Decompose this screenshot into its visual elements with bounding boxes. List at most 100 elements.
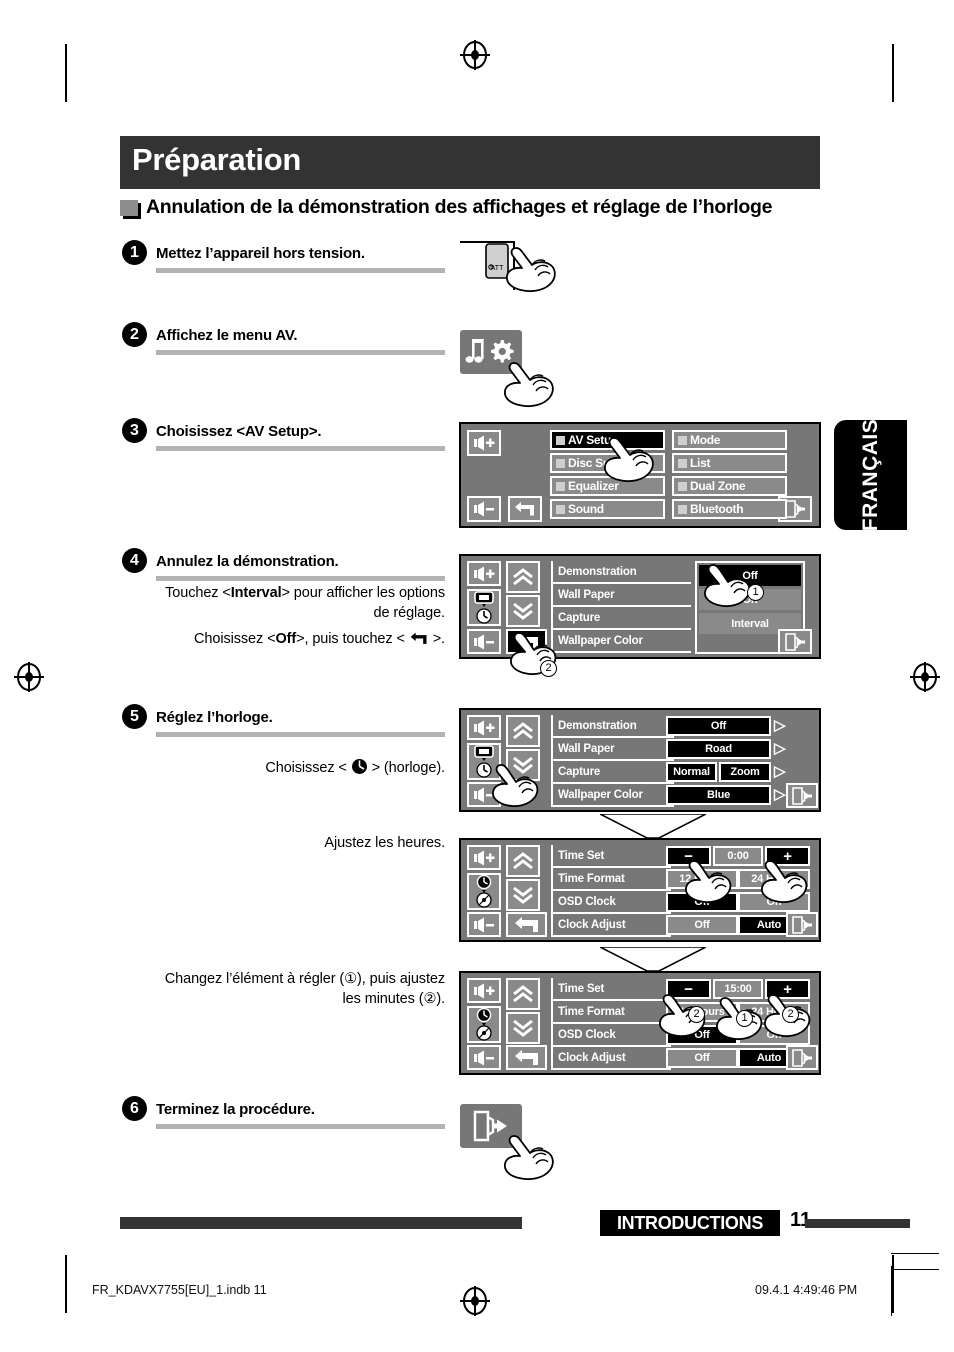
clock-icon <box>476 1008 492 1026</box>
step-title-4: Annulez la démonstration. <box>156 553 339 570</box>
scroll-up-button[interactable] <box>506 845 540 877</box>
note-prefix: Touchez < <box>165 585 231 601</box>
volume-up-button[interactable] <box>467 845 501 870</box>
pointing-hand-icon <box>500 355 562 415</box>
setting-label-time-set: Time Set <box>551 978 671 1001</box>
value-demonstration[interactable]: Off <box>666 716 771 736</box>
exit-button[interactable] <box>786 783 818 808</box>
step-title-5: Réglez l’horloge. <box>156 709 273 726</box>
step-number-3: 3 <box>122 418 147 443</box>
registration-mark-right <box>910 662 940 692</box>
scroll-down-button[interactable] <box>506 1012 540 1044</box>
disc-surround-icon <box>556 458 565 468</box>
scroll-up-button[interactable] <box>506 561 540 593</box>
equalizer-icon <box>556 481 565 491</box>
return-button[interactable] <box>506 1045 547 1070</box>
setting-label-demonstration: Demonstration <box>551 561 691 584</box>
menu-item-mode[interactable]: Mode <box>672 430 787 450</box>
clock-icon <box>476 875 492 893</box>
av-setup-icon <box>556 435 565 445</box>
step-number-4: 4 <box>122 548 147 573</box>
return-button[interactable] <box>508 496 542 522</box>
sound-icon <box>556 504 565 514</box>
chevron-right-icon: ▷ <box>774 786 786 803</box>
page-title-banner: Préparation <box>120 136 820 189</box>
exit-button[interactable] <box>786 912 818 937</box>
volume-up-button[interactable] <box>467 715 501 740</box>
pointing-hand-icon <box>681 856 739 910</box>
setting-label-clock-adjust: Clock Adjust <box>551 914 671 937</box>
step-title-2: Affichez le menu AV. <box>156 327 298 344</box>
value-clock-adjust-off[interactable]: Off <box>666 1048 738 1068</box>
volume-down-button[interactable] <box>467 912 501 937</box>
step5-note-3: Changez l’élément à régler (①), puis aju… <box>164 971 445 1007</box>
clock-disc-toggle-button[interactable] <box>467 1006 501 1043</box>
chevron-right-icon: ▷ <box>774 763 786 780</box>
chevron-right-icon: ▷ <box>774 717 786 734</box>
display-clock-toggle-button[interactable] <box>467 589 501 626</box>
menu-item-label: Mode <box>690 433 721 447</box>
flow-arrow-down-icon <box>600 947 706 973</box>
imprint-filename: FR_KDAVX7755[EU]_1.indb 11 <box>92 1283 267 1297</box>
disc-icon <box>476 1025 492 1041</box>
setting-label-time-format: Time Format <box>551 1001 671 1024</box>
mode-icon <box>678 435 687 445</box>
pointing-hand-icon <box>600 432 662 490</box>
setting-label-capture: Capture <box>551 761 674 784</box>
volume-up-button[interactable] <box>467 430 501 456</box>
scroll-down-button[interactable] <box>506 595 540 627</box>
value-capture-normal[interactable]: Normal <box>666 762 717 782</box>
setting-label-time-format: Time Format <box>551 868 671 891</box>
marker-2: 2 <box>540 660 557 677</box>
return-button[interactable] <box>506 912 547 937</box>
menu-item-dual-zone[interactable]: Dual Zone <box>672 476 787 496</box>
setting-label-time-set: Time Set <box>551 845 671 868</box>
menu-item-label: Dual Zone <box>690 479 746 493</box>
step4-note-1: Touchez <Interval> pour afficher les opt… <box>146 583 445 623</box>
step4-note-2: Choisissez <Off>, puis touchez < >. <box>146 629 445 652</box>
scroll-up-button[interactable] <box>506 715 540 747</box>
display-icon <box>474 591 494 607</box>
menu-item-label: Bluetooth <box>690 502 744 516</box>
volume-up-button[interactable] <box>467 561 501 586</box>
clock-icon <box>351 758 368 781</box>
value-wallpaper-color[interactable]: Blue <box>666 785 771 805</box>
menu-item-list[interactable]: List <box>672 453 787 473</box>
value-clock-adjust-off[interactable]: Off <box>666 915 738 935</box>
language-tab-label: FRANÇAIS <box>858 418 882 532</box>
footer-rule-right <box>805 1219 910 1228</box>
clock-disc-toggle-button[interactable] <box>467 873 501 910</box>
bluetooth-icon <box>678 504 687 514</box>
footer-rule-left <box>120 1217 522 1229</box>
pointing-hand-icon <box>502 240 564 300</box>
volume-down-button[interactable] <box>467 629 501 654</box>
note-bold: Interval <box>230 585 282 601</box>
volume-down-button[interactable] <box>467 496 501 522</box>
menu-item-sound[interactable]: Sound <box>550 499 665 519</box>
setting-label-demonstration: Demonstration <box>551 715 674 738</box>
note-suffix: >, puis touchez < <box>296 631 409 647</box>
exit-button[interactable] <box>778 629 812 654</box>
volume-down-button[interactable] <box>467 1045 501 1070</box>
note-prefix: Choisissez < <box>265 760 351 776</box>
value-capture-zoom[interactable]: Zoom <box>719 762 771 782</box>
setting-label-clock-adjust: Clock Adjust <box>551 1047 671 1070</box>
marker-1: 1 <box>736 1010 753 1027</box>
exit-button[interactable] <box>786 1045 818 1070</box>
disc-icon <box>476 892 492 908</box>
volume-up-button[interactable] <box>467 978 501 1003</box>
scroll-up-button[interactable] <box>506 978 540 1010</box>
setting-label-osd-clock: OSD Clock <box>551 1024 671 1047</box>
scroll-down-button[interactable] <box>506 879 540 911</box>
clock-icon <box>476 608 492 624</box>
marker-2: 2 <box>782 1006 799 1023</box>
value-wall-paper[interactable]: Road <box>666 739 771 759</box>
menu-item-bluetooth[interactable]: Bluetooth <box>672 499 787 519</box>
note-suffix: > (horloge). <box>367 760 445 776</box>
setting-label-capture: Capture <box>551 607 691 630</box>
step-rule-4 <box>156 576 445 581</box>
section-title: Annulation de la démonstration des affic… <box>146 196 773 218</box>
imprint-divider-mid <box>891 1269 939 1270</box>
section-heading: Annulation de la démonstration des affic… <box>120 196 840 226</box>
note-bold: Off <box>275 631 297 647</box>
